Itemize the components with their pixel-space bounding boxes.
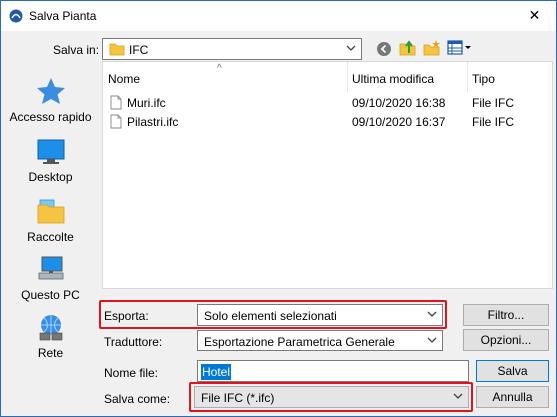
new-folder-icon[interactable] [423, 39, 441, 57]
desktop-icon [37, 139, 64, 164]
chevron-down-icon [346, 45, 356, 51]
save-in-label: Salva in: [53, 43, 100, 57]
file-modified: 09/10/2020 16:38 [352, 96, 446, 110]
save-dialog: Salva Pianta ✕ Salva in: IFC Accesso rap… [0, 0, 557, 417]
close-button[interactable]: ✕ [513, 1, 556, 30]
place-label-libraries: Raccolte [27, 230, 74, 244]
chevron-down-icon [427, 337, 437, 343]
translator-dropdown[interactable]: Esportazione Parametrica Generale [197, 330, 443, 351]
save-as-label: Salva come: [104, 392, 171, 406]
title-bar[interactable]: Salva Pianta ✕ [1, 1, 556, 31]
file-name: Muri.ifc [127, 96, 166, 110]
view-menu-icon [447, 40, 471, 55]
view-menu-button[interactable] [447, 39, 473, 57]
place-desktop[interactable]: Desktop [5, 139, 96, 184]
save-in-dropdown[interactable]: IFC [102, 38, 362, 60]
folder-icon [109, 43, 125, 56]
highlight-box [99, 300, 447, 329]
filename-label: Nome file: [104, 366, 159, 380]
file-row[interactable]: Muri.ifc 09/10/2020 16:38 File IFC [103, 93, 552, 112]
file-icon [110, 114, 122, 129]
window-title: Salva Pianta [29, 9, 97, 23]
place-label-quick-access: Accesso rapido [9, 110, 92, 124]
app-icon [9, 9, 23, 23]
filename-input[interactable]: Hotel [197, 360, 469, 382]
highlight-box [189, 382, 473, 412]
file-modified: 09/10/2020 16:37 [352, 115, 446, 129]
place-libraries[interactable]: Raccolte [5, 197, 96, 244]
column-header-name[interactable]: Nome ^ [103, 62, 347, 92]
places-bar: Accesso rapido Desktop Raccolte Questo P… [5, 61, 96, 411]
file-type: File IFC [472, 115, 514, 129]
file-name: Pilastri.ifc [127, 115, 179, 129]
filter-button[interactable]: Filtro... [463, 304, 549, 326]
column-header-type[interactable]: Tipo [467, 62, 553, 92]
file-icon [110, 95, 122, 110]
cancel-button[interactable]: Annulla [476, 386, 549, 408]
back-icon[interactable] [376, 41, 392, 57]
options-button[interactable]: Opzioni... [463, 329, 549, 351]
file-list[interactable]: Nome ^ Ultima modifica Tipo Muri.ifc 09/… [102, 61, 553, 289]
sort-ascending-icon: ^ [217, 63, 222, 74]
translator-label: Traduttore: [104, 335, 163, 349]
close-icon: ✕ [528, 7, 541, 23]
save-in-value: IFC [129, 43, 149, 57]
column-header-modified[interactable]: Ultima modifica [347, 62, 467, 92]
this-pc-icon [38, 256, 63, 280]
quick-access-star-icon [36, 78, 65, 104]
translator-value: Esportazione Parametrica Generale [204, 335, 395, 349]
place-label-desktop: Desktop [28, 170, 73, 184]
network-icon [39, 315, 62, 341]
save-button[interactable]: Salva [476, 360, 549, 382]
place-label-this-pc: Questo PC [21, 288, 80, 302]
filename-value: Hotel [201, 364, 232, 380]
up-folder-icon[interactable] [399, 39, 417, 57]
file-type: File IFC [472, 96, 514, 110]
place-this-pc[interactable]: Questo PC [5, 255, 96, 302]
place-label-network: Rete [37, 346, 64, 360]
libraries-icon [37, 199, 64, 224]
place-network[interactable]: Rete [5, 313, 96, 360]
file-row[interactable]: Pilastri.ifc 09/10/2020 16:37 File IFC [103, 112, 552, 131]
place-quick-access[interactable]: Accesso rapido [5, 77, 96, 124]
